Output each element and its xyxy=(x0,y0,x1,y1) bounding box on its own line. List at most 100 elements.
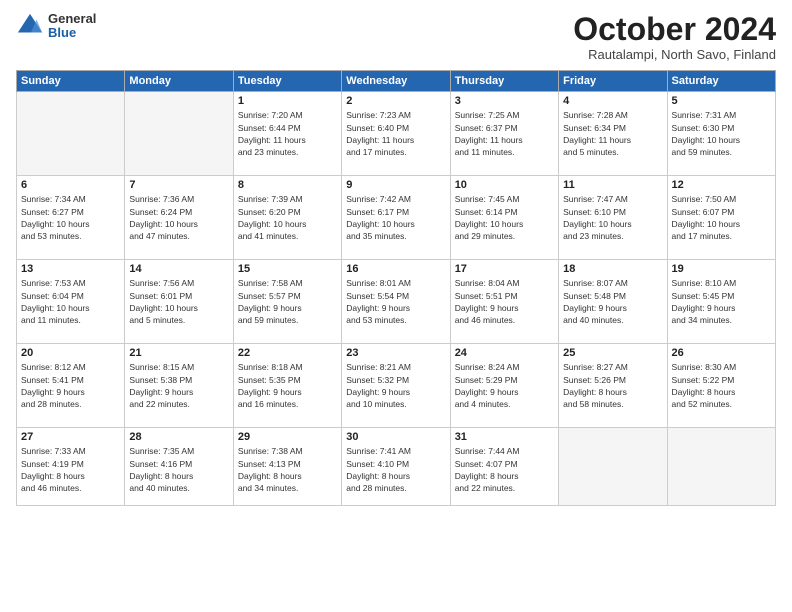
day-info: Sunrise: 7:25 AM Sunset: 6:37 PM Dayligh… xyxy=(455,109,554,158)
day-number: 25 xyxy=(563,347,662,359)
logo-blue: Blue xyxy=(48,26,96,40)
day-info: Sunrise: 7:31 AM Sunset: 6:30 PM Dayligh… xyxy=(672,109,771,158)
day-info: Sunrise: 7:41 AM Sunset: 4:10 PM Dayligh… xyxy=(346,445,445,494)
day-number: 30 xyxy=(346,431,445,443)
day-number: 28 xyxy=(129,431,228,443)
table-row: 14 Sunrise: 7:56 AM Sunset: 6:01 PM Dayli… xyxy=(125,260,233,344)
table-row: 17 Sunrise: 8:04 AM Sunset: 5:51 PM Dayli… xyxy=(450,260,558,344)
day-info: Sunrise: 8:30 AM Sunset: 5:22 PM Dayligh… xyxy=(672,361,771,410)
col-monday: Monday xyxy=(125,71,233,92)
day-info: Sunrise: 7:36 AM Sunset: 6:24 PM Dayligh… xyxy=(129,193,228,242)
table-row: 10 Sunrise: 7:45 AM Sunset: 6:14 PM Dayli… xyxy=(450,176,558,260)
day-info: Sunrise: 7:53 AM Sunset: 6:04 PM Dayligh… xyxy=(21,277,120,326)
day-number: 13 xyxy=(21,263,120,275)
day-info: Sunrise: 7:34 AM Sunset: 6:27 PM Dayligh… xyxy=(21,193,120,242)
col-wednesday: Wednesday xyxy=(342,71,450,92)
calendar-week-3: 13 Sunrise: 7:53 AM Sunset: 6:04 PM Dayli… xyxy=(17,260,776,344)
table-row: 26 Sunrise: 8:30 AM Sunset: 5:22 PM Dayli… xyxy=(667,344,775,428)
table-row: 22Sunrise: 8:18 AM Sunset: 5:35 PM Dayli… xyxy=(233,344,341,428)
day-number: 21 xyxy=(129,347,228,359)
col-saturday: Saturday xyxy=(667,71,775,92)
day-info: Sunrise: 7:44 AM Sunset: 4:07 PM Dayligh… xyxy=(455,445,554,494)
col-friday: Friday xyxy=(559,71,667,92)
day-number: 9 xyxy=(346,179,445,191)
calendar-header-row: Sunday Monday Tuesday Wednesday Thursday… xyxy=(17,71,776,92)
table-row: 9 Sunrise: 7:42 AM Sunset: 6:17 PM Daylig… xyxy=(342,176,450,260)
day-number: 23 xyxy=(346,347,445,359)
table-row: 2 Sunrise: 7:23 AM Sunset: 6:40 PM Daylig… xyxy=(342,92,450,176)
table-row: 27Sunrise: 7:33 AM Sunset: 4:19 PM Dayli… xyxy=(17,428,125,506)
day-number: 26 xyxy=(672,347,771,359)
day-number: 31 xyxy=(455,431,554,443)
table-row: 29Sunrise: 7:38 AM Sunset: 4:13 PM Dayli… xyxy=(233,428,341,506)
calendar-week-4: 20 Sunrise: 8:12 AM Sunset: 5:41 PM Dayli… xyxy=(17,344,776,428)
day-info: Sunrise: 7:47 AM Sunset: 6:10 PM Dayligh… xyxy=(563,193,662,242)
day-number: 29 xyxy=(238,431,337,443)
day-info: Sunrise: 8:12 AM Sunset: 5:41 PM Dayligh… xyxy=(21,361,120,410)
table-row: 7 Sunrise: 7:36 AM Sunset: 6:24 PM Daylig… xyxy=(125,176,233,260)
table-row: 16 Sunrise: 8:01 AM Sunset: 5:54 PM Dayli… xyxy=(342,260,450,344)
col-sunday: Sunday xyxy=(17,71,125,92)
day-info: Sunrise: 8:24 AM Sunset: 5:29 PM Dayligh… xyxy=(455,361,554,410)
calendar-week-2: 6 Sunrise: 7:34 AM Sunset: 6:27 PM Daylig… xyxy=(17,176,776,260)
location-subtitle: Rautalampi, North Savo, Finland xyxy=(573,47,776,62)
day-info: Sunrise: 7:42 AM Sunset: 6:17 PM Dayligh… xyxy=(346,193,445,242)
table-row xyxy=(17,92,125,176)
table-row: 6 Sunrise: 7:34 AM Sunset: 6:27 PM Daylig… xyxy=(17,176,125,260)
day-info: Sunrise: 7:50 AM Sunset: 6:07 PM Dayligh… xyxy=(672,193,771,242)
day-number: 7 xyxy=(129,179,228,191)
day-number: 6 xyxy=(21,179,120,191)
table-row: 1 Sunrise: 7:20 AM Sunset: 6:44 PM Daylig… xyxy=(233,92,341,176)
table-row: 20 Sunrise: 8:12 AM Sunset: 5:41 PM Dayli… xyxy=(17,344,125,428)
day-number: 11 xyxy=(563,179,662,191)
day-info: Sunrise: 7:23 AM Sunset: 6:40 PM Dayligh… xyxy=(346,109,445,158)
calendar-week-1: 1 Sunrise: 7:20 AM Sunset: 6:44 PM Daylig… xyxy=(17,92,776,176)
day-info: Sunrise: 7:45 AM Sunset: 6:14 PM Dayligh… xyxy=(455,193,554,242)
col-tuesday: Tuesday xyxy=(233,71,341,92)
day-number: 18 xyxy=(563,263,662,275)
day-number: 27 xyxy=(21,431,120,443)
day-number: 3 xyxy=(455,95,554,107)
day-number: 20 xyxy=(21,347,120,359)
table-row: 23Sunrise: 8:21 AM Sunset: 5:32 PM Dayli… xyxy=(342,344,450,428)
table-row: 21Sunrise: 8:15 AM Sunset: 5:38 PM Dayli… xyxy=(125,344,233,428)
table-row: 18Sunrise: 8:07 AM Sunset: 5:48 PM Dayli… xyxy=(559,260,667,344)
table-row: 25Sunrise: 8:27 AM Sunset: 5:26 PM Dayli… xyxy=(559,344,667,428)
table-row xyxy=(667,428,775,506)
day-info: Sunrise: 7:20 AM Sunset: 6:44 PM Dayligh… xyxy=(238,109,337,158)
header: General Blue October 2024 Rautalampi, No… xyxy=(16,12,776,62)
day-info: Sunrise: 8:01 AM Sunset: 5:54 PM Dayligh… xyxy=(346,277,445,326)
logo-icon xyxy=(16,12,44,40)
day-info: Sunrise: 8:04 AM Sunset: 5:51 PM Dayligh… xyxy=(455,277,554,326)
logo: General Blue xyxy=(16,12,96,41)
day-info: Sunrise: 7:28 AM Sunset: 6:34 PM Dayligh… xyxy=(563,109,662,158)
table-row: 30 Sunrise: 7:41 AM Sunset: 4:10 PM Dayli… xyxy=(342,428,450,506)
day-number: 16 xyxy=(346,263,445,275)
day-number: 2 xyxy=(346,95,445,107)
table-row: 3 Sunrise: 7:25 AM Sunset: 6:37 PM Daylig… xyxy=(450,92,558,176)
page: General Blue October 2024 Rautalampi, No… xyxy=(0,0,792,612)
day-number: 1 xyxy=(238,95,337,107)
day-number: 5 xyxy=(672,95,771,107)
day-info: Sunrise: 7:58 AM Sunset: 5:57 PM Dayligh… xyxy=(238,277,337,326)
table-row xyxy=(559,428,667,506)
col-thursday: Thursday xyxy=(450,71,558,92)
table-row: 28Sunrise: 7:35 AM Sunset: 4:16 PM Dayli… xyxy=(125,428,233,506)
day-number: 8 xyxy=(238,179,337,191)
day-number: 17 xyxy=(455,263,554,275)
logo-general: General xyxy=(48,12,96,26)
day-number: 14 xyxy=(129,263,228,275)
day-number: 19 xyxy=(672,263,771,275)
table-row xyxy=(125,92,233,176)
day-number: 10 xyxy=(455,179,554,191)
day-info: Sunrise: 7:56 AM Sunset: 6:01 PM Dayligh… xyxy=(129,277,228,326)
month-title: October 2024 xyxy=(573,12,776,47)
table-row: 31 Sunrise: 7:44 AM Sunset: 4:07 PM Dayli… xyxy=(450,428,558,506)
day-info: Sunrise: 8:18 AM Sunset: 5:35 PM Dayligh… xyxy=(238,361,337,410)
calendar-week-5: 27Sunrise: 7:33 AM Sunset: 4:19 PM Dayli… xyxy=(17,428,776,506)
table-row: 15 Sunrise: 7:58 AM Sunset: 5:57 PM Dayli… xyxy=(233,260,341,344)
day-info: Sunrise: 7:39 AM Sunset: 6:20 PM Dayligh… xyxy=(238,193,337,242)
day-number: 12 xyxy=(672,179,771,191)
table-row: 8 Sunrise: 7:39 AM Sunset: 6:20 PM Daylig… xyxy=(233,176,341,260)
day-number: 15 xyxy=(238,263,337,275)
